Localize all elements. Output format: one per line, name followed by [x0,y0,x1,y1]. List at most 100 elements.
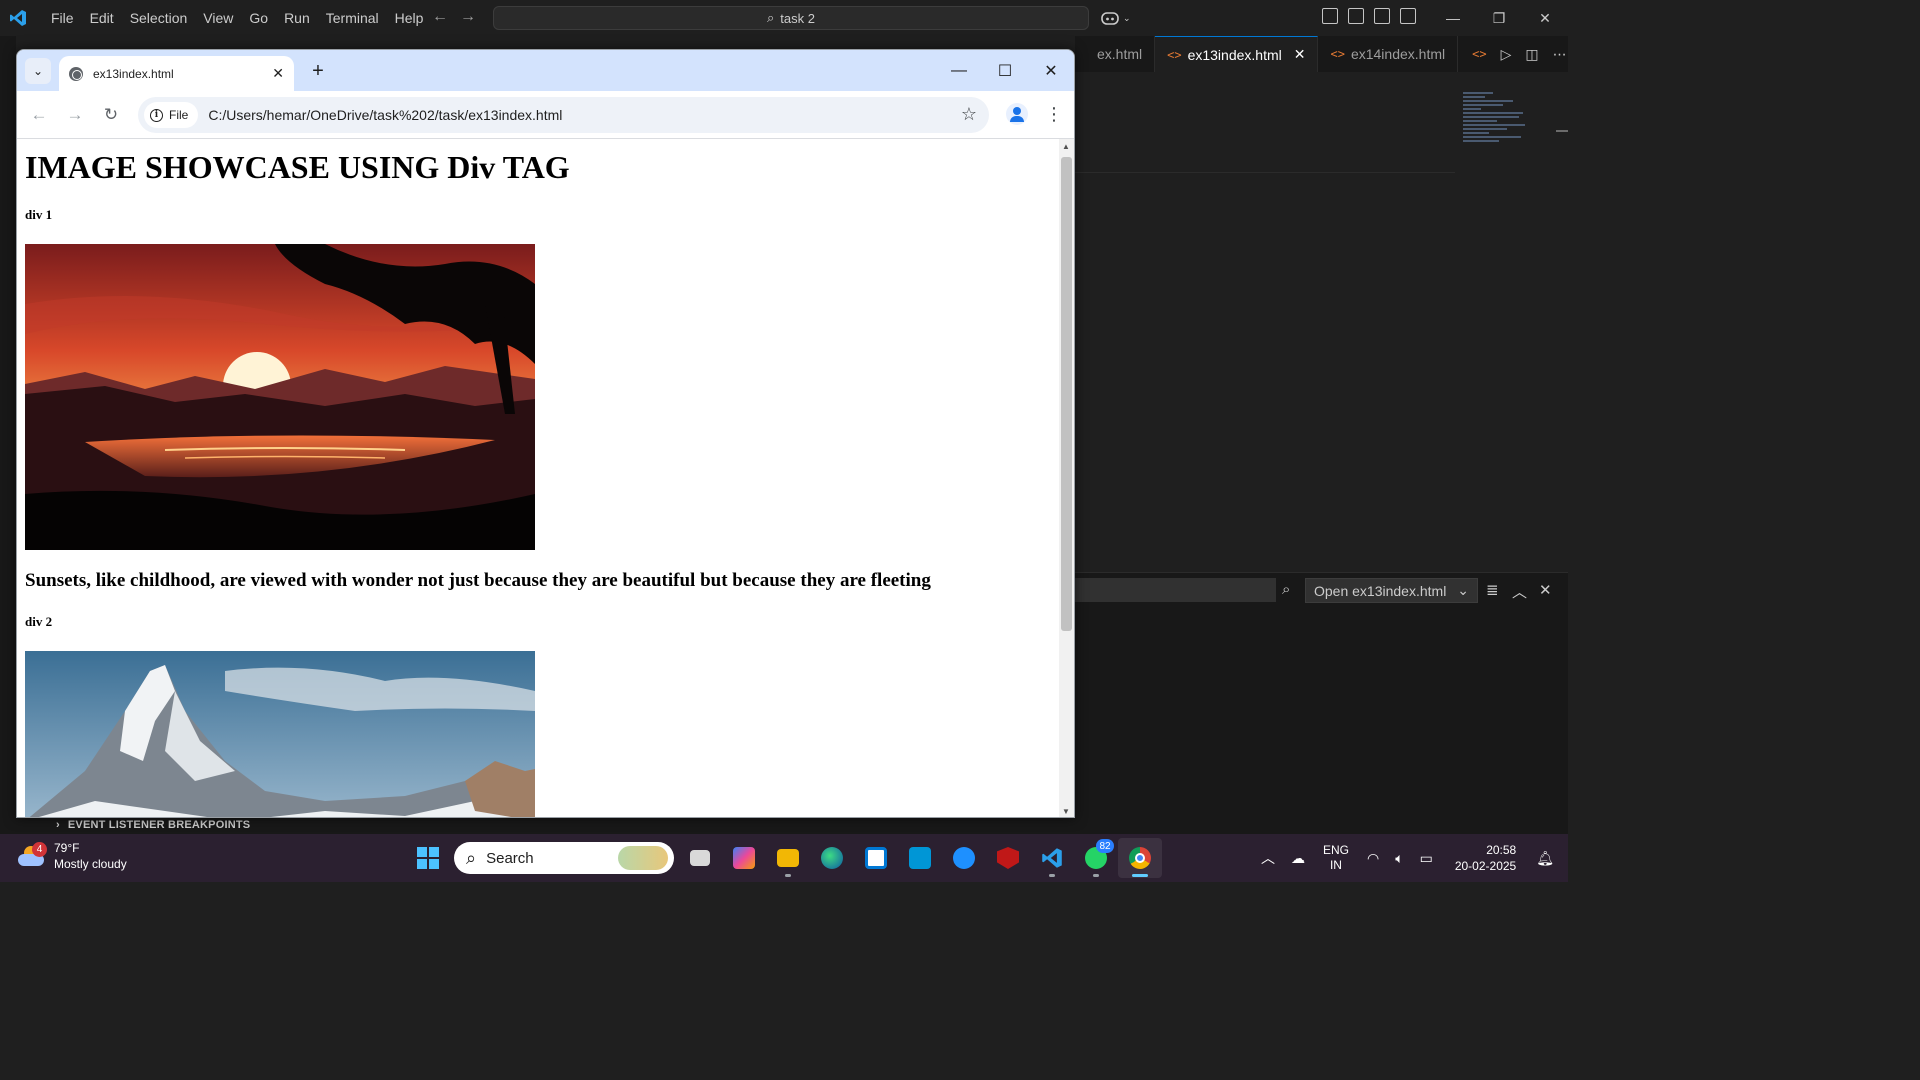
menu-run[interactable]: Run [276,0,318,36]
clock[interactable]: 20:58 20-02-2025 [1455,842,1516,874]
open-preview-icon[interactable]: <> [1472,47,1486,61]
onedrive-cloud-icon[interactable]: ☁ [1291,850,1305,867]
url-text[interactable]: C:/Users/hemar/OneDrive/task%202/task/ex… [208,107,562,123]
whatsapp-icon[interactable]: 82 [1074,838,1118,878]
maximize-panel-icon[interactable]: ︿ [1512,581,1527,602]
notification-bell-icon[interactable]: 🔔︎ [1536,850,1554,867]
file-explorer-icon[interactable] [766,838,810,878]
weather-badge: 4 [32,842,47,857]
mcafee-icon[interactable] [986,838,1030,878]
tab-ex-html[interactable]: ex.html [1075,36,1156,72]
toggle-panel-icon[interactable] [1374,8,1390,24]
weather-condition: Mostly cloudy [54,857,127,871]
close-icon[interactable]: ✕ [1028,50,1074,91]
site-info-chip[interactable]: i File [144,102,199,128]
scroll-up-arrow-icon[interactable]: ▲ [1062,142,1070,151]
scrollbar-thumb[interactable] [1061,157,1072,631]
command-center[interactable]: ⌕ task 2 [493,6,1089,30]
tab-close-icon[interactable]: ✕ [1294,46,1306,63]
chrome-menu-icon[interactable]: ⋮ [1045,103,1063,125]
menu-selection[interactable]: Selection [122,0,196,36]
close-icon[interactable]: ✕ [1522,0,1568,36]
language-indicator[interactable]: ENG IN [1323,843,1349,873]
div1-label: div 1 [25,207,53,222]
maximize-icon[interactable]: ☐ [982,50,1028,91]
forward-arrow-icon[interactable]: → [460,8,476,26]
windows-taskbar: 4 79°F Mostly cloudy ⌕ Search 82 ︿ ☁ ENG… [0,834,1568,882]
start-button[interactable] [406,838,450,878]
copilot-icon[interactable]: ⌄ [1100,8,1134,28]
taskbar-search-label: Search [486,849,534,867]
page-scrollbar[interactable]: ▲ ▼ [1059,139,1074,817]
volume-icon[interactable]: 🔈︎ [1395,850,1403,867]
new-tab-button[interactable]: + [305,58,331,84]
editor-area[interactable] [1075,72,1568,572]
system-tray: ︿ ☁ ENG IN ◠ 🔈︎ ▭ 20:58 20-02-2025 🔔︎ [1253,834,1568,882]
myhp-icon[interactable] [898,838,942,878]
taskbar-apps: ⌕ Search 82 [406,838,1162,878]
clock-date: 20-02-2025 [1454,859,1517,873]
reload-button[interactable]: ↻ [93,97,129,133]
tab-label: ex.html [1097,46,1143,62]
search-icon[interactable]: ⌕ [1282,581,1290,598]
menu-view[interactable]: View [195,0,241,36]
tab-search-button[interactable]: ⌄ [25,58,51,84]
chrome-taskbar-icon[interactable] [1118,838,1162,878]
scroll-down-arrow-icon[interactable]: ▼ [1062,807,1070,816]
web-page: IMAGE SHOWCASE USING Div TAG div 1 Sunse… [25,139,1055,817]
help-icon[interactable] [942,838,986,878]
split-editor-icon[interactable]: ◫ [1525,46,1538,63]
taskbar-search[interactable]: ⌕ Search [454,842,674,874]
menu-edit[interactable]: Edit [82,0,122,36]
chrome-tab-active[interactable]: ex13index.html ✕ [59,56,294,91]
copilot-app-icon[interactable] [722,838,766,878]
task-view-icon[interactable] [678,838,722,878]
html-file-icon: <> [1330,47,1345,61]
show-hidden-icons-icon[interactable]: ︿ [1261,848,1275,868]
minimize-icon[interactable]: — [936,50,982,91]
chevron-right-icon: › [56,819,60,831]
close-panel-icon[interactable]: ✕ [1539,581,1552,599]
bookmark-star-icon[interactable]: ☆ [961,104,977,125]
wifi-icon[interactable]: ◠ [1367,850,1379,867]
output-channel-value: Open ex13index.html [1314,582,1447,599]
menu-terminal[interactable]: Terminal [318,0,387,36]
microsoft-store-icon[interactable] [854,838,898,878]
menu-go[interactable]: Go [241,0,276,36]
event-listener-breakpoints[interactable]: › EVENT LISTENER BREAKPOINTS [56,819,250,831]
tab-ex14index-html[interactable]: <> ex14index.html [1318,36,1459,72]
section-label: EVENT LISTENER BREAKPOINTS [67,819,251,831]
search-highlight-icon [618,846,668,870]
menu-help[interactable]: Help [387,0,432,36]
menu-file[interactable]: File [43,0,82,36]
forward-button[interactable]: → [57,97,93,133]
page-heading: IMAGE SHOWCASE USING Div TAG [25,149,570,185]
toggle-primary-sidebar-icon[interactable] [1348,8,1364,24]
output-channel-select[interactable]: Open ex13index.html ⌄ [1305,578,1478,603]
back-arrow-icon[interactable]: ← [432,8,448,26]
output-filter-input[interactable] [1075,578,1276,602]
restore-icon[interactable]: ❐ [1476,0,1522,36]
toggle-secondary-sidebar-icon[interactable] [1400,8,1416,24]
run-icon[interactable]: ▷ [1501,46,1512,63]
profile-avatar-icon[interactable] [1006,103,1028,125]
tab-ex13index-html[interactable]: <> ex13index.html ✕ [1155,36,1319,72]
word-wrap-icon[interactable]: ≣ [1486,581,1499,599]
chrome-window-controls: — ☐ ✕ [936,50,1074,91]
vscode-taskbar-icon[interactable] [1030,838,1074,878]
info-icon: i [150,108,163,122]
whatsapp-badge: 82 [1096,839,1114,853]
tab-label: ex13index.html [1187,46,1282,63]
edge-browser-icon[interactable] [810,838,854,878]
more-actions-icon[interactable]: ⋯ [1553,46,1567,63]
vscode-logo-icon [9,9,27,27]
minimap[interactable] [1463,92,1531,146]
weather-widget[interactable]: 4 79°F Mostly cloudy [16,840,127,872]
back-button[interactable]: ← [21,97,57,133]
close-tab-icon[interactable]: ✕ [272,65,284,82]
page-viewport[interactable]: IMAGE SHOWCASE USING Div TAG div 1 Sunse… [17,139,1074,817]
battery-icon[interactable]: ▭ [1420,850,1433,867]
address-bar[interactable]: i File C:/Users/hemar/OneDrive/task%202/… [138,97,989,133]
customize-layout-icon[interactable] [1322,8,1338,24]
minimize-icon[interactable]: — [1430,0,1476,36]
